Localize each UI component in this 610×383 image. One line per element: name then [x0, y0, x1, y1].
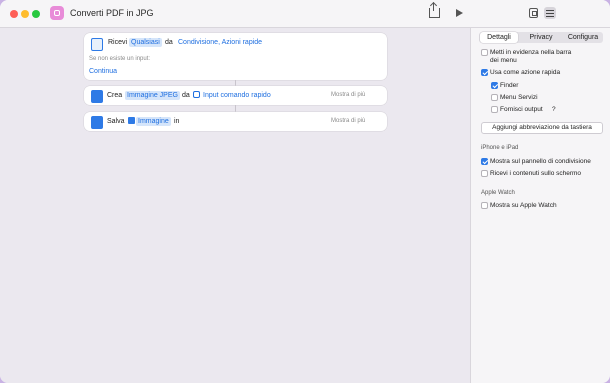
- library-icon[interactable]: [529, 8, 538, 18]
- source-token[interactable]: Input comando rapido: [203, 92, 271, 99]
- sidebar-tabs: Dettagli Privacy Configura: [479, 32, 603, 43]
- share-sheet-label: Mostra sul pannello di condivisione: [490, 158, 591, 165]
- save-action-card[interactable]: Salva Immagine in Mostra di più: [84, 112, 387, 131]
- finder-checkbox[interactable]: [491, 82, 498, 89]
- watch-label: Mostra su Apple Watch: [490, 202, 557, 209]
- show-more-link[interactable]: Mostra di più: [331, 118, 365, 124]
- close-button[interactable]: [10, 10, 18, 18]
- shortcut-input-icon: [193, 91, 200, 98]
- show-more-link[interactable]: Mostra di più: [331, 92, 365, 98]
- tab-details[interactable]: Dettagli: [480, 32, 518, 43]
- settings-icon[interactable]: [544, 7, 556, 19]
- watch-checkbox[interactable]: [481, 202, 488, 209]
- receive-screen-checkbox[interactable]: [481, 170, 488, 177]
- save-icon: [91, 116, 103, 129]
- menu-bar-checkbox[interactable]: [481, 49, 488, 56]
- add-shortcut-button[interactable]: Aggiungi abbreviazione da tastiera: [481, 122, 603, 134]
- finder-label: Finder: [500, 82, 519, 89]
- output-label: Fornisci output: [500, 106, 543, 113]
- shortcuts-window: Converti PDF in JPG Ricevi Qualsiasi da …: [0, 0, 610, 383]
- receive-action-card[interactable]: Ricevi Qualsiasi da Condivisione, Azioni…: [84, 33, 387, 80]
- connector: [235, 105, 236, 112]
- window-title[interactable]: Converti PDF in JPG: [70, 8, 154, 18]
- no-input-action[interactable]: Continua: [89, 68, 117, 75]
- receive-screen-label: Ricevi i contenuti sullo schermo: [490, 170, 582, 177]
- create-verb: Crea: [107, 92, 123, 99]
- menu-bar-label-2: dei menu: [490, 57, 517, 64]
- image-icon: [91, 90, 103, 103]
- iphone-section-heading: iPhone e iPad: [481, 145, 519, 151]
- tab-configure[interactable]: Configura: [563, 32, 603, 43]
- from-label: da: [165, 39, 173, 46]
- title-bar: Converti PDF in JPG: [0, 0, 610, 28]
- quick-action-label: Usa come azione rapida: [490, 69, 561, 76]
- receive-verb: Ricevi: [108, 39, 128, 46]
- receive-icon: [91, 38, 103, 51]
- minimize-button[interactable]: [21, 10, 29, 18]
- from-label: da: [182, 92, 190, 99]
- source-token[interactable]: Condivisione, Azioni rapide: [178, 39, 262, 46]
- input-type-token[interactable]: Qualsiasi: [129, 38, 162, 47]
- save-verb: Salva: [107, 118, 125, 125]
- zoom-button[interactable]: [32, 10, 40, 18]
- services-label: Menu Servizi: [500, 94, 538, 101]
- services-checkbox[interactable]: [491, 94, 498, 101]
- editor-canvas: Ricevi Qualsiasi da Condivisione, Azioni…: [0, 28, 470, 383]
- output-checkbox[interactable]: [491, 106, 498, 113]
- details-sidebar: Dettagli Privacy Configura Metti in evid…: [470, 28, 610, 383]
- share-icon[interactable]: [429, 3, 440, 18]
- in-label: in: [174, 118, 180, 125]
- shortcut-icon[interactable]: [50, 6, 64, 20]
- tab-privacy[interactable]: Privacy: [524, 32, 558, 43]
- watch-section-heading: Apple Watch: [481, 190, 515, 196]
- image-type-token[interactable]: Immagine JPEG: [125, 91, 180, 100]
- create-image-action-card[interactable]: Crea Immagine JPEG da Input comando rapi…: [84, 86, 387, 105]
- image-variable-icon: [128, 117, 135, 124]
- help-icon[interactable]: ?: [552, 106, 556, 113]
- no-input-label: Se non esiste un input:: [89, 56, 151, 62]
- quick-action-checkbox[interactable]: [481, 69, 488, 76]
- play-icon[interactable]: [456, 9, 463, 17]
- image-variable-token[interactable]: Immagine: [136, 117, 171, 126]
- share-sheet-checkbox[interactable]: [481, 158, 488, 165]
- menu-bar-label: Metti in evidenza nella barra: [490, 49, 572, 56]
